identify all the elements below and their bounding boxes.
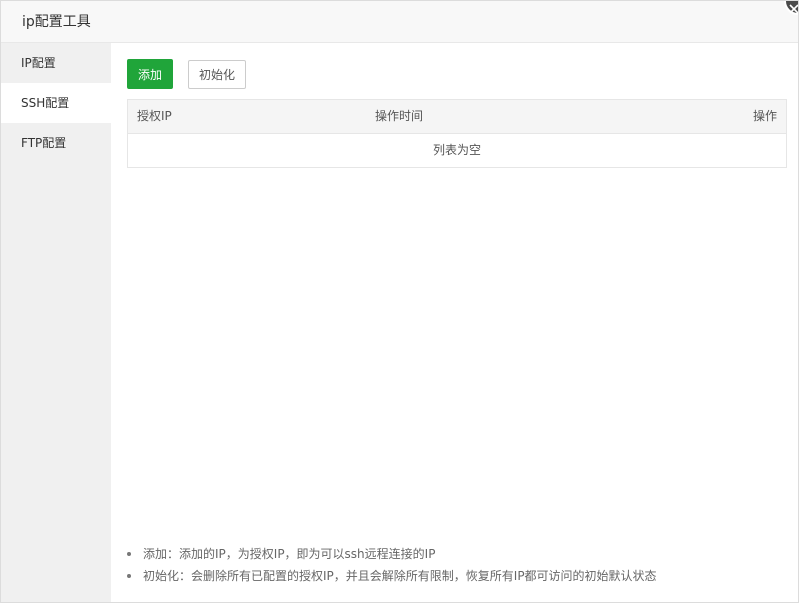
sidebar-item-ftp-config[interactable]: FTP配置 (1, 123, 111, 163)
sidebar-item-label: FTP配置 (21, 136, 67, 150)
tip-item: 初始化：会删除所有已配置的授权IP，并且会解除所有限制，恢复所有IP都可访问的初… (127, 565, 787, 587)
column-header-authorized-ip: 授权IP (137, 109, 172, 123)
add-button[interactable]: 添加 (127, 59, 173, 89)
column-header-operation: 操作 (752, 109, 777, 123)
sidebar-item-ssh-config[interactable]: SSH配置 (1, 83, 111, 123)
title-bar: ip配置工具 (1, 1, 798, 43)
sidebar-item-label: SSH配置 (21, 96, 70, 110)
empty-list-text: 列表为空 (432, 143, 481, 157)
main-panel: 添加 初始化 授权IP 操作时间 操作 列表为空 添加：添加的IP，为授权IP，… (111, 43, 798, 602)
initialize-button[interactable]: 初始化 (188, 60, 246, 89)
help-tips: 添加：添加的IP，为授权IP，即为可以ssh远程连接的IP 初始化：会删除所有已… (127, 543, 787, 587)
sidebar-item-label: IP配置 (21, 56, 56, 70)
table-empty-row: 列表为空 (128, 134, 786, 167)
sidebar: IP配置 SSH配置 FTP配置 (1, 43, 111, 602)
sidebar-item-ip-config[interactable]: IP配置 (1, 43, 111, 83)
tip-text: 添加：添加的IP，为授权IP，即为可以ssh远程连接的IP (143, 547, 436, 561)
bullet-icon (127, 552, 131, 556)
dialog-title: ip配置工具 (22, 14, 91, 30)
tip-item: 添加：添加的IP，为授权IP，即为可以ssh远程连接的IP (127, 543, 787, 565)
column-header-operation-time: 操作时间 (375, 109, 424, 123)
bullet-icon (127, 574, 131, 578)
tip-text: 初始化：会删除所有已配置的授权IP，并且会解除所有限制，恢复所有IP都可访问的初… (143, 569, 657, 583)
table-header: 授权IP 操作时间 操作 (128, 100, 786, 134)
close-icon (789, 4, 798, 14)
authorized-ip-table: 授权IP 操作时间 操作 列表为空 (127, 99, 787, 168)
dialog-window: ip配置工具 IP配置 SSH配置 FTP配置 添加 初始化 授权IP 操作时间… (0, 0, 799, 603)
